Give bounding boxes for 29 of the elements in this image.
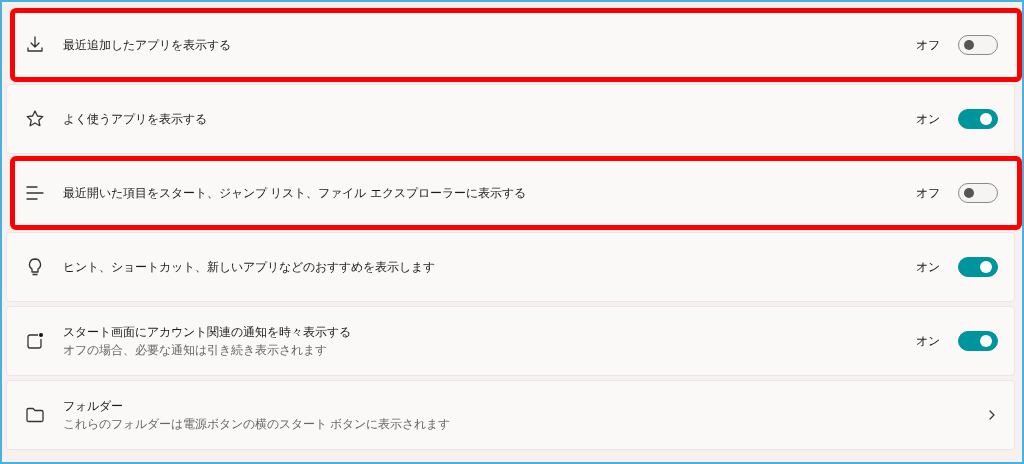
- setting-title: ヒント、ショートカット、新しいアプリなどのおすすめを表示します: [63, 258, 436, 276]
- setting-title: よく使うアプリを表示する: [63, 110, 208, 128]
- settings-row[interactable]: よく使うアプリを表示する オン: [6, 84, 1015, 154]
- toggle-switch[interactable]: [958, 331, 998, 351]
- settings-row[interactable]: フォルダー これらのフォルダーは電源ボタンの横のスタート ボタンに表示されます: [6, 380, 1015, 450]
- lines-icon: [25, 183, 45, 203]
- setting-title: 最近開いた項目をスタート、ジャンプ リスト、ファイル エクスプローラーに表示する: [63, 184, 527, 202]
- settings-row[interactable]: スタート画面にアカウント関連の通知を時々表示する オフの場合、必要な通知は引き続き表示されます オン: [6, 306, 1015, 376]
- notification-icon: [25, 331, 45, 351]
- toggle-state-label: オフ: [916, 184, 940, 202]
- settings-row[interactable]: ヒント、ショートカット、新しいアプリなどのおすすめを表示します オン: [6, 232, 1015, 302]
- setting-title: スタート画面にアカウント関連の通知を時々表示する: [63, 324, 352, 341]
- download-icon: [25, 35, 45, 55]
- setting-title: フォルダー: [63, 398, 124, 415]
- toggle-switch[interactable]: [958, 257, 998, 277]
- star-icon: [25, 109, 45, 129]
- toggle-switch[interactable]: [958, 183, 998, 203]
- setting-description: オフの場合、必要な通知は引き続き表示されます: [63, 343, 328, 358]
- toggle-switch[interactable]: [958, 35, 998, 55]
- folder-icon: [25, 405, 45, 425]
- toggle-state-label: オフ: [916, 36, 940, 54]
- toggle-switch[interactable]: [958, 109, 998, 129]
- setting-title: 最近追加したアプリを表示する: [63, 36, 232, 54]
- setting-description: これらのフォルダーは電源ボタンの横のスタート ボタンに表示されます: [63, 417, 452, 432]
- settings-row[interactable]: 最近追加したアプリを表示する オフ: [12, 10, 1020, 80]
- settings-row[interactable]: 最近開いた項目をスタート、ジャンプ リスト、ファイル エクスプローラーに表示する オフ: [12, 158, 1020, 228]
- toggle-state-label: オン: [916, 332, 940, 350]
- toggle-state-label: オン: [916, 110, 940, 128]
- toggle-state-label: オン: [916, 258, 940, 276]
